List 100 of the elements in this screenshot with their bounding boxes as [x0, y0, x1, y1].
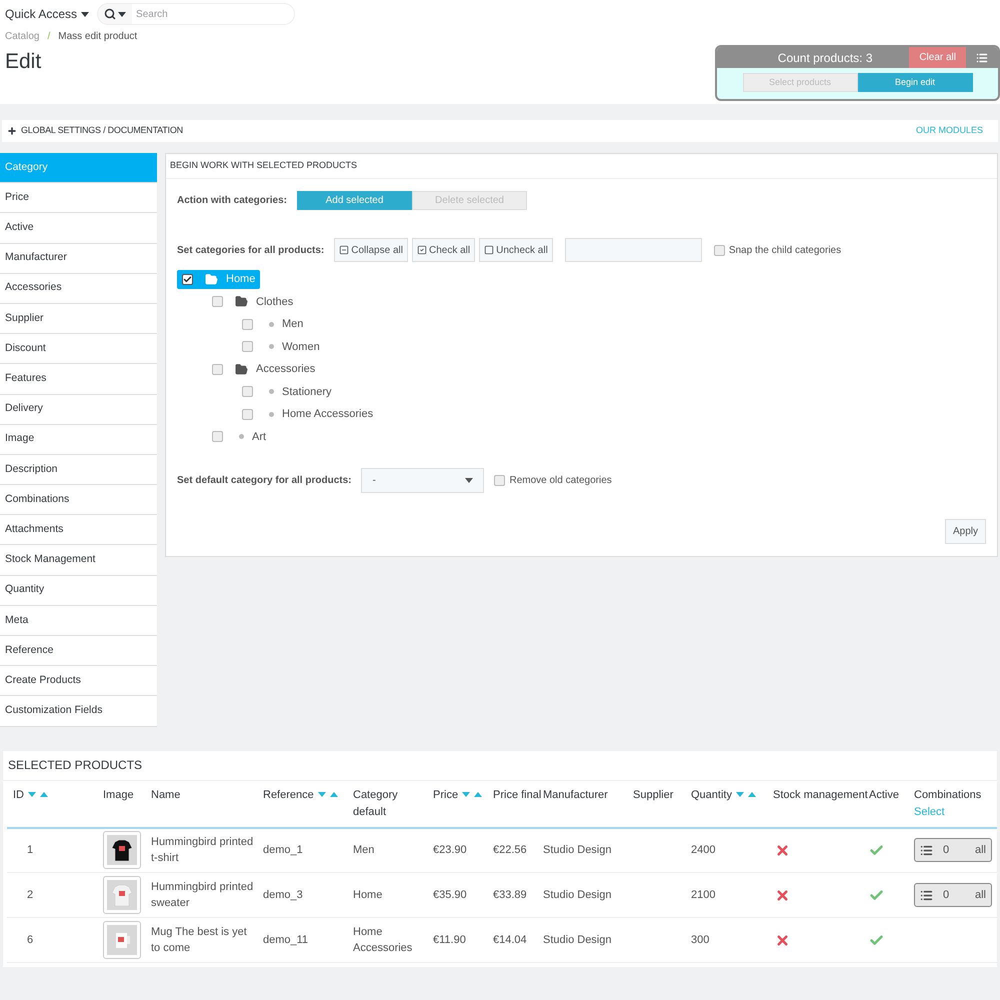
quick-access-menu[interactable]: Quick Access: [5, 5, 90, 23]
column-header: Name: [151, 780, 263, 828]
list-icon: [920, 844, 933, 857]
tree-node[interactable]: Art: [207, 427, 272, 446]
check-icon: [416, 245, 427, 255]
checkbox[interactable]: [242, 318, 253, 330]
search-field[interactable]: Search: [97, 3, 296, 25]
checkbox[interactable]: [182, 274, 193, 285]
page-title: Edit: [5, 49, 42, 75]
settings-title[interactable]: GLOBAL SETTINGS / DOCUMENTATION: [21, 124, 183, 138]
category-search-field[interactable]: [564, 238, 702, 262]
sidebar-item[interactable]: Active: [0, 213, 157, 244]
cross-icon[interactable]: [775, 932, 790, 948]
apply-button[interactable]: Apply: [944, 519, 986, 544]
column-header: Stock management: [773, 780, 869, 828]
tree-node[interactable]: Home Accessories: [237, 404, 378, 424]
sort-arrows-icon[interactable]: [736, 791, 756, 798]
name-cell: Hummingbird printed sweater: [151, 872, 263, 918]
bullet-icon: [269, 322, 274, 327]
checkbox[interactable]: [494, 475, 506, 486]
sidebar-item[interactable]: Discount: [0, 334, 157, 364]
tree-button[interactable]: Collapse all: [334, 238, 408, 262]
checkbox[interactable]: [714, 244, 725, 256]
combinations-button[interactable]: 0 all: [914, 883, 992, 908]
sidebar-item[interactable]: Price: [0, 183, 157, 214]
tree-node[interactable]: Clothes: [207, 292, 298, 312]
sidebar-item[interactable]: Delivery: [0, 394, 157, 425]
collapse-icon: [339, 245, 350, 255]
tree-label: Art: [252, 430, 266, 444]
search-icon[interactable]: [104, 8, 116, 20]
sidebar-item[interactable]: Stock Management: [0, 545, 157, 576]
checkbox[interactable]: [212, 364, 223, 375]
price-cell: €11.90: [433, 918, 493, 963]
sidebar-item[interactable]: Description: [0, 454, 157, 486]
id-cell: 6: [7, 918, 103, 963]
sidebar-item[interactable]: Image: [0, 424, 157, 455]
checkbox[interactable]: [212, 431, 223, 442]
cross-icon[interactable]: [775, 888, 790, 903]
tree-node[interactable]: Stationery: [237, 382, 337, 402]
field-label: Action with categories:: [177, 194, 288, 208]
tree-node[interactable]: Men: [237, 314, 308, 334]
sidebar-item[interactable]: Quantity: [0, 576, 157, 606]
checkbox[interactable]: [242, 341, 253, 352]
reference-cell: demo_3: [263, 872, 353, 918]
check-icon[interactable]: [869, 842, 884, 858]
checkbox[interactable]: [242, 408, 253, 420]
breadcrumb-separator: /: [47, 30, 50, 44]
tree-node[interactable]: Women: [237, 337, 325, 356]
column-header[interactable]: Price: [433, 780, 493, 828]
quantity-cell: 2400: [691, 828, 773, 873]
sort-arrows-icon[interactable]: [318, 791, 338, 798]
quantity-cell: 2100: [691, 872, 773, 918]
column-header: Image: [103, 780, 151, 828]
bullet-icon: [239, 434, 244, 440]
sort-arrows-icon[interactable]: [462, 791, 482, 798]
tree-label: Clothes: [256, 294, 294, 310]
name-cell: Hummingbird printed t-shirt: [151, 828, 263, 873]
category-select[interactable]: -: [361, 468, 484, 493]
tree-label: Men: [282, 317, 304, 332]
column-header[interactable]: Quantity: [691, 780, 773, 828]
sidebar-item[interactable]: Customization Fields: [0, 696, 157, 727]
combinations-button[interactable]: 0 all: [914, 838, 992, 862]
checkbox[interactable]: [242, 386, 253, 398]
section-title: SELECTED PRODUCTS: [3, 750, 997, 781]
caret-icon: [465, 478, 474, 483]
sidebar-item[interactable]: Create Products: [0, 666, 157, 696]
sidebar-item[interactable]: Accessories: [0, 274, 157, 304]
sort-arrows-icon[interactable]: [28, 791, 48, 798]
price-final-cell: €33.89: [493, 872, 543, 918]
bullet-icon: [269, 344, 274, 350]
check-icon[interactable]: [869, 932, 884, 948]
tree-label: Stationery: [282, 384, 332, 400]
category-cell: Men: [353, 828, 433, 873]
plus-icon[interactable]: [7, 126, 17, 136]
tree-button[interactable]: Check all: [412, 238, 476, 262]
tree-button[interactable]: Uncheck all: [479, 238, 553, 262]
uncheck-icon: [484, 245, 494, 255]
sidebar-item[interactable]: Manufacturer: [0, 244, 157, 274]
sidebar-item[interactable]: Features: [0, 364, 157, 394]
checkbox-label: Remove old categories: [509, 474, 612, 488]
sidebar-item[interactable]: Reference: [0, 636, 157, 666]
tree-label: Women: [282, 340, 320, 354]
bullet-icon: [269, 412, 274, 417]
column-header[interactable]: ID: [7, 780, 103, 828]
price-cell: €35.90: [433, 872, 493, 918]
tree-label: Accessories: [256, 362, 316, 377]
sidebar-item[interactable]: Combinations: [0, 485, 157, 516]
sidebar-item[interactable]: Supplier: [0, 304, 157, 334]
checkbox[interactable]: [212, 296, 223, 308]
sidebar-item[interactable]: Attachments: [0, 515, 157, 546]
cross-icon[interactable]: [775, 842, 790, 858]
check-icon[interactable]: [869, 888, 884, 903]
sidebar-item[interactable]: Meta: [0, 606, 157, 636]
manufacturer-cell: Studio Design: [543, 918, 633, 963]
count-text: Count products: 3: [776, 50, 874, 66]
folder-icon: [235, 295, 248, 308]
bullet-icon: [269, 389, 274, 394]
id-cell: 2: [7, 872, 103, 918]
tree-node[interactable]: Accessories: [207, 360, 320, 379]
column-header[interactable]: Reference: [263, 780, 353, 828]
